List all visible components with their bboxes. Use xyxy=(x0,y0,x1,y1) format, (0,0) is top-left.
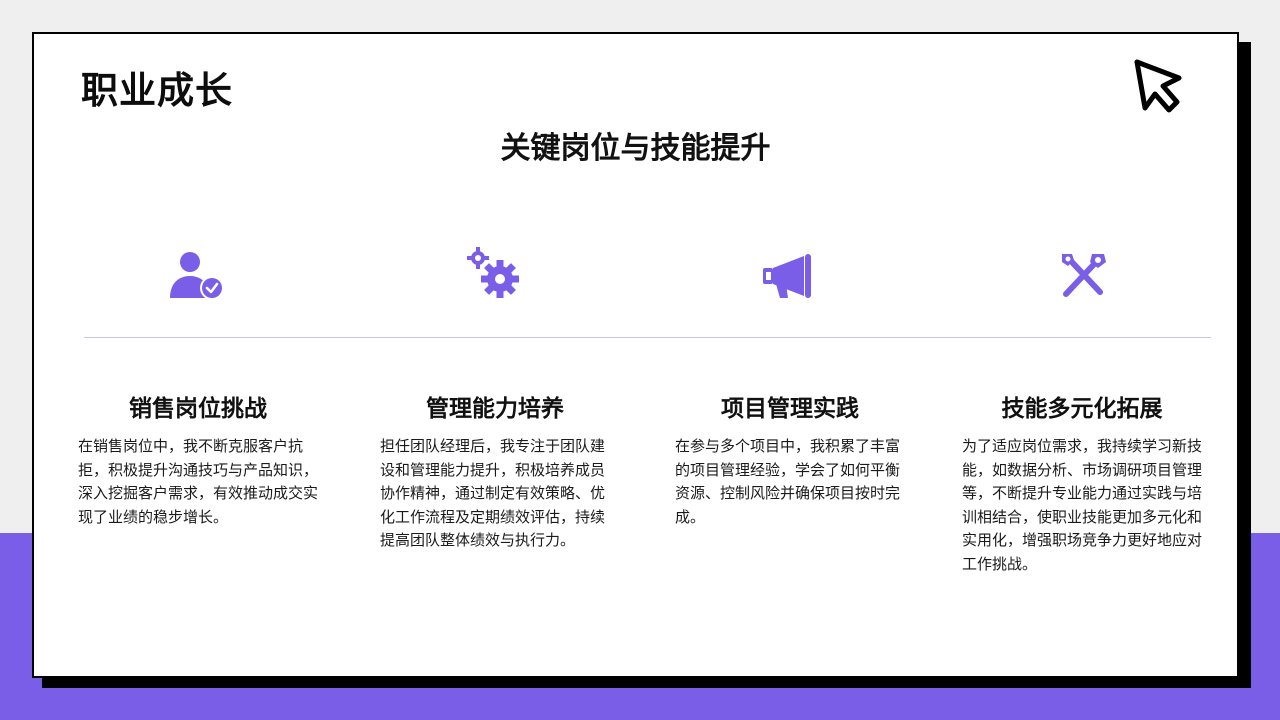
section-subtitle: 关键岗位与技能提升 xyxy=(500,131,771,166)
section-divider xyxy=(84,337,1211,338)
column-body: 为了适应岗位需求，我持续学习新技能，如数据分析、市场调研项目管理等，不断提升专业… xyxy=(962,437,1203,573)
column-title: 管理能力培养 xyxy=(426,396,564,422)
gears-icon xyxy=(467,247,519,298)
column-body: 担任团队经理后，我专注于团队建设和管理能力提升，积极培养成员协作精神，通过制定有… xyxy=(380,437,606,549)
slide-card: 职业成长 关键岗位与技能提升 销售岗位挑战 在销售岗位中，我不断克服客户抗拒，积… xyxy=(32,32,1239,678)
megaphone-icon xyxy=(763,254,811,298)
column-title: 销售岗位挑战 xyxy=(129,396,267,422)
cursor-logo-icon xyxy=(1134,59,1182,113)
user-check-icon xyxy=(170,252,224,300)
column-title: 技能多元化拓展 xyxy=(1001,396,1163,422)
column-skills: 技能多元化拓展 为了适应岗位需求，我持续学习新技能，如数据分析、市场调研项目管理… xyxy=(962,389,1202,576)
tools-icon xyxy=(1062,254,1106,297)
column-body: 在参与多个项目中，我积累了丰富的项目管理经验，学会了如何平衡资源、控制风险并确保… xyxy=(675,437,901,526)
column-management: 管理能力培养 担任团队经理后，我专注于团队建设和管理能力提升，积极培养成员协作精… xyxy=(380,389,610,553)
column-title: 项目管理实践 xyxy=(721,396,859,422)
column-project: 项目管理实践 在参与多个项目中，我积累了丰富的项目管理经验，学会了如何平衡资源、… xyxy=(675,389,905,529)
column-body: 在销售岗位中，我不断克服客户抗拒，积极提升沟通技巧与产品知识，深入挖掘客户需求，… xyxy=(78,437,319,526)
column-sales: 销售岗位挑战 在销售岗位中，我不断克服客户抗拒，积极提升沟通技巧与产品知识，深入… xyxy=(78,389,318,529)
page-title: 职业成长 xyxy=(81,69,233,112)
